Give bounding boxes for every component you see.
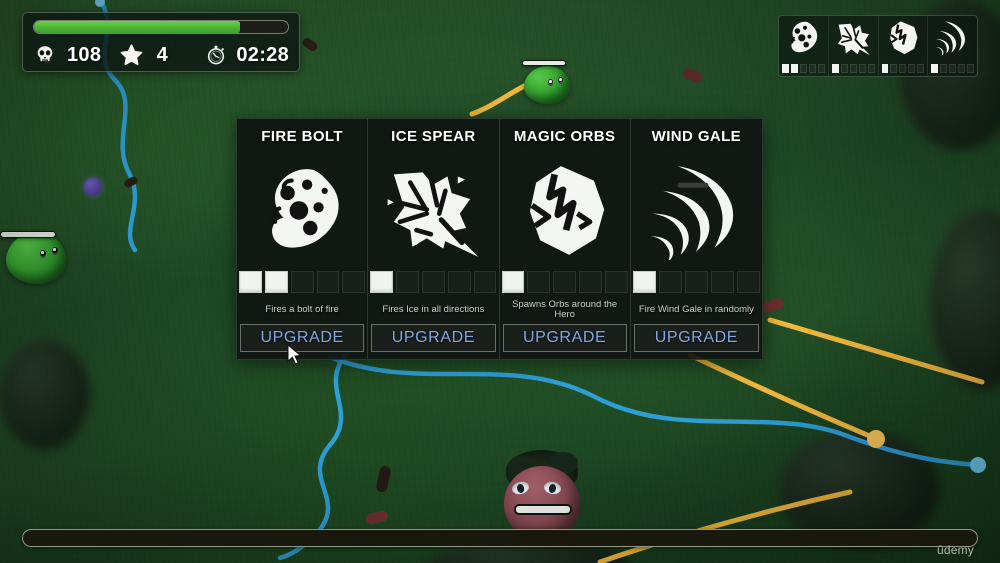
enemy-health-bar [0, 231, 56, 238]
upgrade-level-pips [237, 267, 367, 297]
upgrade-button-wrap: UPGRADE [368, 323, 498, 359]
stopwatch-icon [204, 43, 228, 67]
weapon-level-pips [831, 64, 875, 73]
upgrade-button-wrap: UPGRADE [237, 323, 367, 359]
timer-value: 02:28 [236, 43, 289, 66]
upgrade-selection-panel: FIRE BOLT Fires a bolt of fire UPGRADE I… [236, 118, 763, 360]
upgrade-level-pips [500, 267, 630, 297]
orb-rock-icon [882, 19, 924, 57]
upgrade-button-wrap: UPGRADE [631, 323, 762, 359]
upgrade-button-wind-gale[interactable]: UPGRADE [633, 324, 759, 352]
upgrade-button-ice-spear[interactable]: UPGRADE [371, 324, 496, 352]
player-character [496, 450, 588, 540]
kills-stat: 108 [33, 43, 119, 67]
stats-row: 108 4 02:28 [33, 38, 289, 72]
weapon-slot-ice-spear[interactable] [829, 16, 879, 76]
player-stats-hud: 108 4 02:28 [22, 12, 300, 72]
health-bar-fill [34, 21, 240, 33]
weapon-level-pips [931, 64, 975, 73]
gem-pickup [84, 178, 102, 196]
card-description: Spawns Orbs around the Hero [512, 298, 618, 320]
weapon-slot-wind-gale[interactable] [928, 16, 977, 76]
udemy-watermark: ûdemy [936, 543, 974, 557]
player-health-bar [514, 504, 572, 515]
wind-swoosh-icon [932, 19, 974, 57]
enemy-slime [6, 232, 66, 284]
upgrade-card-fire-bolt[interactable]: FIRE BOLT Fires a bolt of fire UPGRADE [237, 119, 369, 359]
card-description: Fires a bolt of fire [265, 303, 339, 315]
weapon-slot-fire-bolt[interactable] [779, 16, 829, 76]
enemy-health-bar [522, 60, 566, 66]
timer-stat: 02:28 [204, 43, 289, 67]
card-title: FIRE BOLT [261, 128, 343, 145]
upgrade-card-ice-spear[interactable]: ICE SPEAR Fires Ice in all directions UP… [368, 119, 500, 359]
card-title: ICE SPEAR [391, 128, 476, 145]
upgrade-level-pips [368, 267, 498, 297]
upgrade-card-wind-gale[interactable]: WIND GALE Fire Wind Gale in randomly UPG… [631, 119, 762, 359]
terrain-rock [0, 340, 90, 450]
card-description: Fire Wind Gale in randomly [638, 303, 754, 315]
upgrade-level-pips [631, 267, 762, 297]
level-value: 4 [156, 43, 169, 66]
card-title: MAGIC ORBS [513, 128, 616, 145]
skull-icon [33, 43, 57, 67]
weapon-level-pips [881, 64, 925, 73]
kills-value: 108 [67, 43, 102, 66]
flame-icon [782, 19, 824, 57]
upgrade-button-wrap: UPGRADE [500, 323, 630, 359]
upgrade-button-fire-bolt[interactable]: UPGRADE [240, 324, 365, 352]
card-title: WIND GALE [651, 128, 742, 145]
orb-rock-icon [500, 154, 630, 267]
flame-icon [237, 154, 367, 267]
weapon-slot-magic-orbs[interactable] [879, 16, 929, 76]
weapon-level-pips [782, 64, 825, 73]
star-icon [119, 42, 145, 68]
upgrade-button-magic-orbs[interactable]: UPGRADE [502, 324, 627, 352]
health-bar-track [33, 20, 289, 34]
experience-bar [22, 529, 978, 547]
ice-shard-icon [368, 154, 498, 267]
upgrade-card-magic-orbs[interactable]: MAGIC ORBS Spawns Orbs around the Hero U… [500, 119, 631, 359]
ice-shard-icon [832, 19, 874, 57]
level-stat: 4 [119, 42, 205, 68]
card-description: Fires Ice in all directions [382, 303, 485, 315]
wind-swoosh-icon [631, 154, 762, 267]
enemy-slime [524, 66, 570, 104]
weapon-hud [778, 15, 978, 77]
